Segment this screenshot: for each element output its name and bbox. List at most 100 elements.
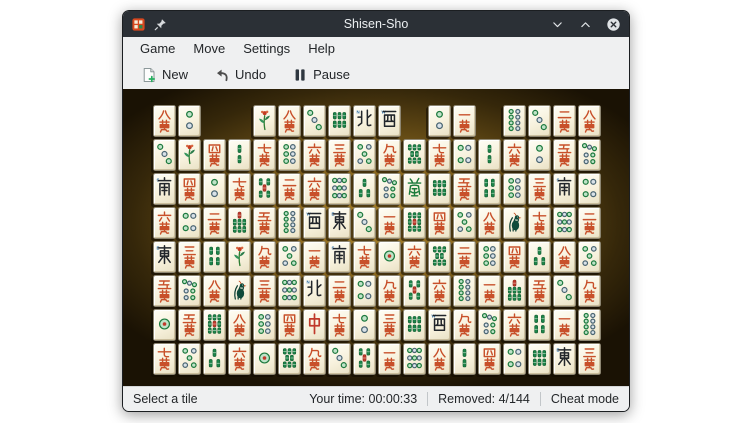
tile-c3[interactable] bbox=[328, 139, 351, 171]
tile-c8[interactable] bbox=[553, 241, 576, 273]
tile-b2[interactable] bbox=[478, 139, 501, 171]
tile-fl[interactable] bbox=[253, 105, 276, 137]
tile-d5[interactable] bbox=[578, 241, 601, 273]
tile-d2[interactable] bbox=[353, 309, 376, 341]
tile-c5[interactable] bbox=[178, 309, 201, 341]
tile-d3[interactable] bbox=[303, 105, 326, 137]
tile-b4[interactable] bbox=[203, 241, 226, 273]
close-button[interactable] bbox=[605, 16, 621, 32]
tile-c9[interactable] bbox=[378, 139, 401, 171]
tile-wW[interactable]: W bbox=[428, 309, 451, 341]
tile-b1[interactable] bbox=[228, 275, 251, 307]
tile-b7[interactable] bbox=[503, 275, 526, 307]
tile-c2[interactable] bbox=[278, 173, 301, 205]
tile-fl[interactable] bbox=[178, 139, 201, 171]
tile-d2[interactable] bbox=[528, 139, 551, 171]
menu-game[interactable]: Game bbox=[131, 39, 184, 58]
tile-b4[interactable] bbox=[528, 309, 551, 341]
tile-d4[interactable] bbox=[353, 275, 376, 307]
tile-d2[interactable] bbox=[178, 105, 201, 137]
tile-c1[interactable] bbox=[478, 275, 501, 307]
tile-c3[interactable] bbox=[178, 241, 201, 273]
menu-settings[interactable]: Settings bbox=[234, 39, 299, 58]
minimize-button[interactable] bbox=[549, 16, 565, 32]
maximize-button[interactable] bbox=[577, 16, 593, 32]
tile-c6[interactable] bbox=[503, 139, 526, 171]
tile-c9[interactable] bbox=[453, 309, 476, 341]
tile-b8[interactable] bbox=[403, 139, 426, 171]
tile-wN[interactable]: N bbox=[303, 275, 326, 307]
tile-d7[interactable] bbox=[178, 275, 201, 307]
tile-d8[interactable] bbox=[453, 275, 476, 307]
tile-c4[interactable] bbox=[178, 173, 201, 205]
tile-d3[interactable] bbox=[553, 275, 576, 307]
tile-b5[interactable] bbox=[253, 173, 276, 205]
menu-move[interactable]: Move bbox=[184, 39, 234, 58]
tile-b3[interactable] bbox=[528, 241, 551, 273]
tile-d3[interactable] bbox=[153, 139, 176, 171]
tile-c2[interactable] bbox=[328, 275, 351, 307]
tile-wS[interactable]: S bbox=[553, 173, 576, 205]
tile-c5[interactable] bbox=[253, 207, 276, 239]
tile-d6[interactable] bbox=[253, 309, 276, 341]
tile-c3[interactable] bbox=[578, 343, 601, 375]
tile-c9[interactable] bbox=[578, 275, 601, 307]
tile-b4[interactable] bbox=[478, 173, 501, 205]
tile-wE[interactable]: E bbox=[328, 207, 351, 239]
tile-d4[interactable] bbox=[578, 173, 601, 205]
tile-c5[interactable] bbox=[153, 275, 176, 307]
tile-d1[interactable] bbox=[378, 241, 401, 273]
tile-d5[interactable] bbox=[453, 207, 476, 239]
tile-c7[interactable] bbox=[228, 173, 251, 205]
tile-b2[interactable] bbox=[228, 139, 251, 171]
tile-b3[interactable] bbox=[203, 343, 226, 375]
tile-d7[interactable] bbox=[378, 173, 401, 205]
tile-c1[interactable] bbox=[378, 343, 401, 375]
tile-c9[interactable] bbox=[253, 241, 276, 273]
tile-c4[interactable] bbox=[503, 241, 526, 273]
tile-drG[interactable] bbox=[403, 173, 426, 205]
tile-b9[interactable] bbox=[203, 309, 226, 341]
tile-wW[interactable]: W bbox=[378, 105, 401, 137]
tile-d3[interactable] bbox=[328, 343, 351, 375]
tile-d9[interactable] bbox=[278, 275, 301, 307]
tile-b8[interactable] bbox=[428, 241, 451, 273]
tile-c2[interactable] bbox=[203, 207, 226, 239]
tile-c3[interactable] bbox=[378, 309, 401, 341]
tile-d9[interactable] bbox=[553, 207, 576, 239]
tile-d1[interactable] bbox=[253, 343, 276, 375]
tile-c1[interactable] bbox=[303, 241, 326, 273]
tile-d2[interactable] bbox=[428, 105, 451, 137]
tile-c9[interactable] bbox=[303, 343, 326, 375]
tile-c2[interactable] bbox=[553, 105, 576, 137]
tile-b5[interactable] bbox=[403, 275, 426, 307]
tile-d8[interactable] bbox=[503, 105, 526, 137]
tile-c8[interactable] bbox=[203, 275, 226, 307]
tile-c9[interactable] bbox=[378, 275, 401, 307]
toolbar-pause-button[interactable]: Pause bbox=[288, 65, 354, 85]
tile-c5[interactable] bbox=[453, 173, 476, 205]
tile-c4[interactable] bbox=[203, 139, 226, 171]
tile-c6[interactable] bbox=[303, 139, 326, 171]
tile-d5[interactable] bbox=[278, 241, 301, 273]
tile-d8[interactable] bbox=[578, 309, 601, 341]
tile-c6[interactable] bbox=[228, 343, 251, 375]
tile-wW[interactable]: W bbox=[303, 207, 326, 239]
tile-c8[interactable] bbox=[428, 343, 451, 375]
tile-c2[interactable] bbox=[453, 241, 476, 273]
tile-wE[interactable]: E bbox=[153, 241, 176, 273]
tile-c6[interactable] bbox=[303, 173, 326, 205]
tile-d1[interactable] bbox=[153, 309, 176, 341]
tile-c7[interactable] bbox=[328, 309, 351, 341]
tile-d9[interactable] bbox=[403, 343, 426, 375]
tile-b3[interactable] bbox=[353, 173, 376, 205]
tile-d7[interactable] bbox=[478, 309, 501, 341]
tile-c8[interactable] bbox=[228, 309, 251, 341]
tile-d3[interactable] bbox=[353, 207, 376, 239]
tile-wS[interactable]: S bbox=[153, 173, 176, 205]
tile-d5[interactable] bbox=[178, 343, 201, 375]
tile-c6[interactable] bbox=[428, 275, 451, 307]
tile-c8[interactable] bbox=[578, 105, 601, 137]
tile-b6[interactable] bbox=[328, 105, 351, 137]
tile-c1[interactable] bbox=[453, 105, 476, 137]
